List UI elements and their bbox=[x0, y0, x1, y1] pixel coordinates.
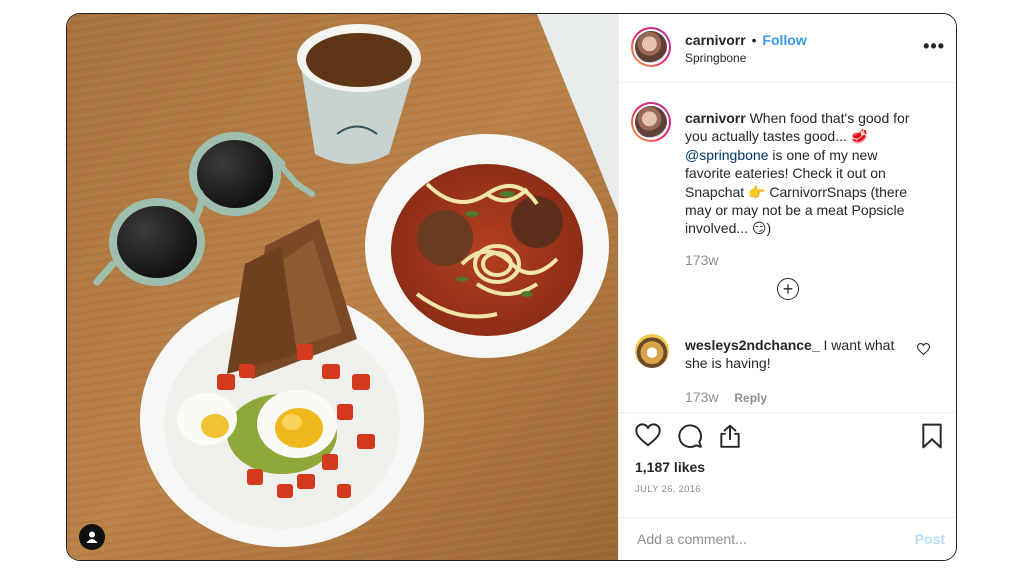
post-actions: 1,187 likes JULY 26, 2016 bbox=[619, 412, 956, 518]
post-comment-button[interactable]: Post bbox=[915, 531, 945, 547]
separator-dot: • bbox=[751, 32, 757, 48]
post-details-panel: carnivorr • Follow Springbone ••• carniv… bbox=[618, 14, 956, 560]
share-icon[interactable] bbox=[717, 423, 743, 454]
caption-author-avatar[interactable] bbox=[631, 102, 671, 142]
comment-like-icon[interactable] bbox=[916, 342, 931, 360]
user-tag-button[interactable] bbox=[79, 524, 105, 550]
follow-button[interactable]: Follow bbox=[762, 32, 806, 48]
add-comment-bar: Post bbox=[619, 517, 956, 560]
comment-icon[interactable] bbox=[677, 423, 703, 454]
commenter-username[interactable]: wesleys2ndchance_ bbox=[685, 337, 820, 353]
more-options-icon[interactable]: ••• bbox=[923, 36, 945, 57]
load-more-comments-icon[interactable]: + bbox=[777, 278, 799, 300]
author-avatar[interactable] bbox=[631, 27, 671, 67]
post-caption: carnivorr When food that's good for you … bbox=[685, 109, 925, 238]
comment-timestamp[interactable]: 173w bbox=[685, 389, 718, 405]
author-username[interactable]: carnivorr bbox=[685, 32, 746, 48]
commenter-avatar[interactable] bbox=[635, 334, 669, 368]
food-photo-illustration bbox=[67, 14, 618, 560]
likes-count[interactable]: 1,187 likes bbox=[635, 459, 705, 475]
comment-meta: 173w Reply bbox=[685, 389, 767, 405]
location-link[interactable]: Springbone bbox=[685, 51, 746, 65]
caption-timestamp[interactable]: 173w bbox=[685, 252, 718, 268]
bookmark-icon[interactable] bbox=[921, 423, 943, 454]
user-icon bbox=[86, 531, 98, 543]
post-header: carnivorr • Follow Springbone ••• bbox=[619, 14, 956, 83]
soup-bowl bbox=[365, 134, 609, 358]
header-user-line: carnivorr • Follow bbox=[685, 32, 807, 48]
comment-item: wesleys2ndchance_ I want what she is hav… bbox=[685, 336, 915, 373]
post-date[interactable]: JULY 26, 2016 bbox=[635, 484, 701, 495]
add-comment-input[interactable] bbox=[635, 530, 889, 548]
caption-mention-link[interactable]: @springbone bbox=[685, 147, 769, 163]
heart-icon[interactable] bbox=[635, 423, 661, 452]
caption-username[interactable]: carnivorr bbox=[685, 110, 746, 126]
reply-button[interactable]: Reply bbox=[734, 391, 767, 405]
post-photo[interactable] bbox=[67, 14, 618, 560]
instagram-post-card: carnivorr • Follow Springbone ••• carniv… bbox=[66, 13, 957, 561]
